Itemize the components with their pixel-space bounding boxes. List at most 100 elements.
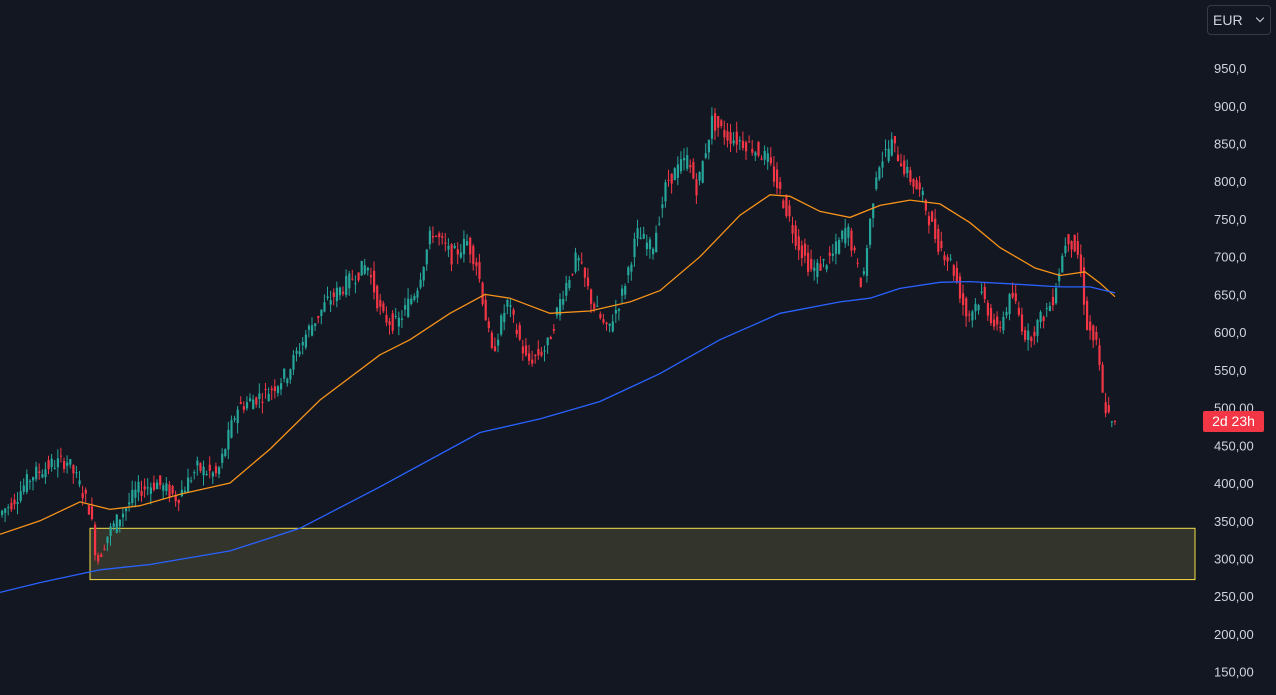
candle-down bbox=[261, 401, 264, 403]
candle-down bbox=[968, 314, 971, 316]
candle-up bbox=[596, 305, 599, 307]
candle-up bbox=[419, 279, 422, 288]
candle-up bbox=[404, 305, 407, 310]
candle-up bbox=[4, 508, 7, 513]
candle-down bbox=[208, 464, 211, 471]
candle-down bbox=[937, 228, 940, 252]
candle-down bbox=[1104, 402, 1107, 414]
candle-up bbox=[816, 262, 819, 277]
candle-up bbox=[298, 351, 301, 355]
candle-up bbox=[652, 248, 655, 255]
candle-up bbox=[834, 241, 838, 254]
candle-down bbox=[751, 148, 754, 153]
candle-down bbox=[1042, 316, 1045, 321]
candle-up bbox=[276, 386, 280, 394]
candle-down bbox=[72, 465, 75, 474]
candle-down bbox=[918, 182, 921, 190]
candle-up bbox=[1045, 308, 1048, 310]
candle-up bbox=[813, 267, 816, 271]
candle-up bbox=[149, 487, 152, 494]
price-axis[interactable]: 150,00 200,00 250,00 300,00 350,00 400,00 450,… bbox=[1214, 61, 1254, 680]
candle-up bbox=[134, 489, 137, 498]
candle-down bbox=[962, 293, 965, 305]
candle-up bbox=[407, 298, 410, 317]
candle-down bbox=[670, 173, 673, 184]
candle-up bbox=[614, 309, 617, 314]
candle-down bbox=[741, 140, 745, 149]
candle-up bbox=[611, 321, 614, 332]
candle-up bbox=[19, 491, 22, 501]
candle-down bbox=[369, 275, 373, 278]
support-zone[interactable] bbox=[89, 527, 1196, 581]
candle-down bbox=[13, 499, 16, 505]
candle-down bbox=[94, 524, 97, 556]
candle-up bbox=[311, 325, 314, 336]
candle-up bbox=[890, 139, 893, 156]
candle-up bbox=[642, 233, 645, 239]
candle-down bbox=[438, 233, 441, 238]
price-chart[interactable]: 150,00 200,00 250,00 300,00 350,00 400,00 450,… bbox=[0, 0, 1276, 695]
candle-down bbox=[152, 482, 156, 490]
candle-down bbox=[794, 225, 797, 246]
candle-down bbox=[10, 503, 13, 510]
candle-down bbox=[828, 252, 831, 256]
candle-down bbox=[1098, 345, 1101, 365]
candle-down bbox=[983, 286, 986, 300]
candle-up bbox=[218, 467, 221, 475]
candle-down bbox=[1014, 293, 1017, 302]
candle-down bbox=[431, 236, 435, 238]
candle-down bbox=[757, 142, 760, 156]
candle-up bbox=[1064, 245, 1067, 254]
candle-down bbox=[946, 256, 949, 262]
candle-up bbox=[28, 480, 32, 482]
candle-up bbox=[202, 466, 205, 476]
candle-down bbox=[521, 346, 524, 354]
candle-up bbox=[118, 519, 121, 527]
candle-up bbox=[283, 368, 286, 379]
candle-down bbox=[729, 132, 732, 144]
candle-up bbox=[280, 383, 283, 390]
candle-up bbox=[125, 508, 128, 512]
candle-down bbox=[90, 506, 94, 520]
candle-down bbox=[317, 316, 320, 318]
y-tick-label: 200,00 bbox=[1214, 627, 1254, 642]
candle-down bbox=[103, 548, 106, 550]
candle-up bbox=[56, 458, 59, 468]
candle-up bbox=[329, 300, 332, 305]
candle-down bbox=[1107, 405, 1110, 413]
candle-up bbox=[664, 182, 667, 202]
candle-up bbox=[224, 449, 227, 456]
y-tick-label: 550,0 bbox=[1214, 363, 1247, 378]
candle-up bbox=[844, 228, 847, 244]
candle-down bbox=[38, 471, 41, 473]
candle-up bbox=[766, 153, 769, 162]
y-tick-label: 350,00 bbox=[1214, 514, 1254, 529]
currency-selector[interactable]: EUR bbox=[1207, 5, 1271, 35]
candle-down bbox=[255, 397, 258, 405]
candle-up bbox=[698, 172, 701, 181]
candle-up bbox=[323, 302, 326, 312]
candle-down bbox=[84, 489, 87, 494]
candle-up bbox=[180, 489, 183, 497]
candle-down bbox=[450, 244, 453, 265]
candle-down bbox=[590, 289, 593, 304]
candle-down bbox=[1030, 337, 1033, 342]
candle-down bbox=[444, 242, 447, 244]
candle-down bbox=[518, 325, 521, 340]
candle-up bbox=[245, 402, 249, 409]
candle-up bbox=[568, 280, 571, 288]
candle-up bbox=[410, 298, 413, 304]
candle-down bbox=[171, 485, 174, 494]
candle-up bbox=[363, 265, 366, 274]
candle-down bbox=[772, 166, 776, 182]
candle-down bbox=[264, 389, 267, 390]
candle-up bbox=[22, 485, 25, 492]
candle-down bbox=[1082, 267, 1086, 305]
candle-down bbox=[782, 200, 785, 209]
candle-down bbox=[903, 160, 906, 174]
candle-down bbox=[81, 493, 84, 499]
candle-down bbox=[441, 236, 444, 238]
candle-down bbox=[785, 195, 788, 216]
candle-down bbox=[472, 246, 475, 265]
candle-up bbox=[190, 480, 193, 482]
